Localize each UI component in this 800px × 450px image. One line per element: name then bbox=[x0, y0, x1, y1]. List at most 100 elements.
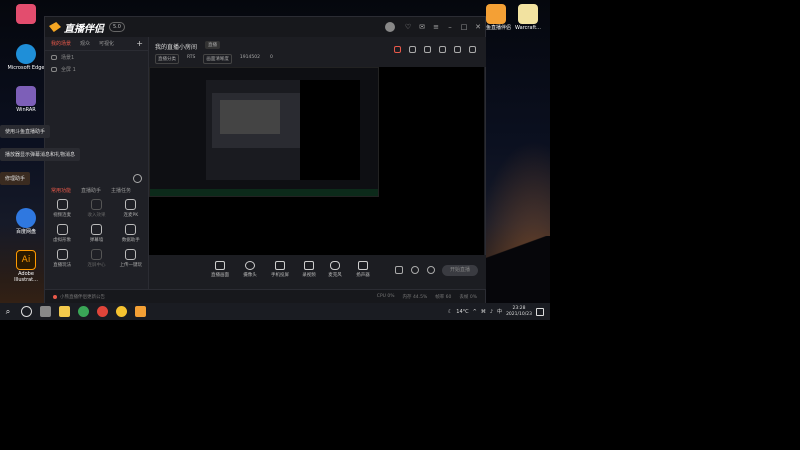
tab-streamer-tasks[interactable]: 主播任务 bbox=[111, 187, 131, 194]
gift-icon[interactable]: ♡ bbox=[404, 23, 412, 31]
tab-common-tools[interactable]: 常用功能 bbox=[51, 187, 71, 194]
chrome-icon[interactable] bbox=[78, 306, 89, 317]
tray-chevron-icon[interactable]: ^ bbox=[473, 309, 477, 315]
menu-icon[interactable]: ≡ bbox=[432, 23, 440, 31]
monitor-icon bbox=[215, 261, 225, 270]
version-badge: 5.0 bbox=[109, 22, 125, 32]
control-label: 摄像头 bbox=[243, 273, 257, 278]
network-icon[interactable]: ⌘ bbox=[481, 309, 486, 315]
app-name: 直播伴侣 bbox=[64, 23, 104, 35]
control-label: 录视频 bbox=[302, 273, 316, 278]
header-icons bbox=[394, 46, 476, 53]
desktop-icon-edge[interactable]: Microsoft Edge bbox=[6, 44, 46, 72]
tools-grid: 视频连麦 收入效果 连麦PK 虚拟形象 弹幕墙 数据助手 直播玩法 连屏中心 上… bbox=[45, 199, 148, 268]
desktop-icon-app[interactable] bbox=[6, 4, 46, 26]
desktop-icon-label: 百度网盘 bbox=[15, 229, 36, 235]
app-icon[interactable] bbox=[116, 306, 127, 317]
tooltip-toast: 使用斗鱼直播助手 bbox=[0, 125, 51, 138]
tool-label: 虚拟形象 bbox=[53, 238, 72, 243]
tab-audience[interactable]: 观众 bbox=[80, 40, 90, 47]
notification-icon[interactable] bbox=[536, 307, 544, 316]
desktop-icon-winrar[interactable]: WinRAR bbox=[6, 86, 46, 114]
clock[interactable]: 23:28 2021/10/23 bbox=[506, 306, 532, 317]
logo-icon bbox=[49, 22, 61, 32]
tool-danmaku-wall[interactable]: 弹幕墙 bbox=[79, 224, 113, 243]
desktop-icon-warcraft[interactable]: Warcraft... bbox=[508, 4, 548, 32]
tool-income[interactable]: 收入效果 bbox=[79, 199, 113, 218]
quality-select[interactable]: 画面清晰度 bbox=[203, 54, 232, 64]
tool-avatar[interactable]: 虚拟形象 bbox=[45, 224, 79, 243]
tool-data-assistant[interactable]: 数据助手 bbox=[114, 224, 148, 243]
scene-row[interactable]: 全屏 1 bbox=[45, 63, 148, 75]
tooltip-toast: 播放器显示弹幕消息和礼物消息 bbox=[0, 148, 81, 161]
performance-stats: CPU 0% 内存 44.5% 帧率 60 丢帧 0% bbox=[377, 294, 477, 300]
tool-screen-center[interactable]: 连屏中心 bbox=[79, 249, 113, 268]
memory-stat: 内存 44.5% bbox=[402, 294, 428, 300]
microphone-button[interactable]: 麦克风 bbox=[323, 261, 347, 278]
dropped-frames-stat: 丢帧 0% bbox=[459, 294, 477, 300]
tool-tabs: 常用功能 直播助手 主播任务 bbox=[45, 187, 148, 194]
record-icon[interactable] bbox=[394, 46, 401, 53]
video-cam-icon[interactable] bbox=[395, 266, 403, 274]
ime-icon[interactable]: 中 bbox=[497, 308, 502, 315]
file-explorer-icon[interactable] bbox=[59, 306, 70, 317]
camera-button[interactable]: 摄像头 bbox=[238, 261, 262, 278]
desktop-icon-baidu[interactable]: 百度网盘 bbox=[6, 208, 46, 236]
gear-icon[interactable] bbox=[133, 174, 142, 183]
douyu-taskbar-icon[interactable] bbox=[135, 306, 146, 317]
tab-my-scenes[interactable]: 我的场景 bbox=[51, 40, 71, 47]
desktop-icon-label: Warcraft... bbox=[515, 25, 541, 31]
tool-pk[interactable]: 连麦PK bbox=[114, 199, 148, 218]
folder-icon bbox=[518, 4, 538, 24]
stream-preview[interactable] bbox=[149, 67, 484, 255]
control-label: 扬声器 bbox=[356, 273, 370, 278]
lock-icon[interactable] bbox=[409, 46, 416, 53]
eye-icon[interactable] bbox=[51, 66, 57, 72]
tool-label: 连屏中心 bbox=[87, 263, 106, 268]
announcement-link[interactable]: 小熊直播伴侣更新公告 bbox=[53, 294, 105, 300]
add-scene-button[interactable]: + bbox=[136, 39, 143, 48]
control-label: 直播画面 bbox=[211, 273, 229, 278]
grid-icon[interactable] bbox=[439, 46, 446, 53]
task-view-icon[interactable] bbox=[21, 306, 32, 317]
minimize-icon[interactable]: – bbox=[446, 23, 454, 31]
preview-black-region bbox=[300, 80, 360, 180]
close-icon[interactable]: ✕ bbox=[474, 23, 482, 31]
tab-visual[interactable]: 可视化 bbox=[99, 40, 114, 47]
live-screen-button[interactable]: 直播画面 bbox=[208, 261, 232, 278]
layout-icon[interactable] bbox=[424, 46, 431, 53]
tool-label: 弹幕墙 bbox=[89, 238, 104, 243]
clock-icon[interactable] bbox=[411, 266, 419, 274]
play-icon bbox=[56, 249, 68, 260]
bell-icon[interactable] bbox=[454, 46, 461, 53]
category-select[interactable]: 直播分类 bbox=[155, 54, 179, 64]
tool-label: 视频连麦 bbox=[53, 213, 72, 218]
scene-tabs: 我的场景 观众 可视化 + bbox=[45, 37, 148, 51]
category-value: RTS bbox=[187, 55, 196, 60]
mail-icon[interactable]: ✉ bbox=[418, 23, 426, 31]
tool-video-link[interactable]: 视频连麦 bbox=[45, 199, 79, 218]
record-video-button[interactable]: 录视频 bbox=[297, 261, 321, 278]
speaker-button[interactable]: 扬声器 bbox=[351, 261, 375, 278]
start-live-button[interactable]: 开始直播 bbox=[442, 265, 478, 276]
weather-temp[interactable]: 14°C bbox=[456, 309, 468, 315]
phone-cast-button[interactable]: 手机投屏 bbox=[268, 261, 292, 278]
user-avatar[interactable] bbox=[385, 22, 395, 32]
control-label: 麦克风 bbox=[328, 273, 342, 278]
data-icon bbox=[125, 224, 137, 235]
maximize-icon[interactable]: □ bbox=[460, 23, 468, 31]
volume-icon[interactable]: ♪ bbox=[490, 309, 493, 315]
share-icon[interactable] bbox=[469, 46, 476, 53]
task-view-button[interactable] bbox=[40, 306, 51, 317]
settings-icon[interactable] bbox=[427, 266, 435, 274]
room-title[interactable]: 我的直播小房间 bbox=[155, 42, 197, 51]
tool-play-mode[interactable]: 直播玩法 bbox=[45, 249, 79, 268]
tool-upload[interactable]: 上传一键玩 bbox=[114, 249, 148, 268]
search-icon[interactable]: ⌕ bbox=[3, 307, 13, 317]
desktop-icon-illustrator[interactable]: Ai Adobe Illustrat... bbox=[6, 250, 46, 284]
tab-live-assistant[interactable]: 直播助手 bbox=[81, 187, 101, 194]
video-link-icon bbox=[56, 199, 68, 210]
browser-icon[interactable] bbox=[97, 306, 108, 317]
scene-row[interactable]: 场景1 bbox=[45, 51, 148, 63]
viewer-count: 0 bbox=[269, 55, 273, 60]
